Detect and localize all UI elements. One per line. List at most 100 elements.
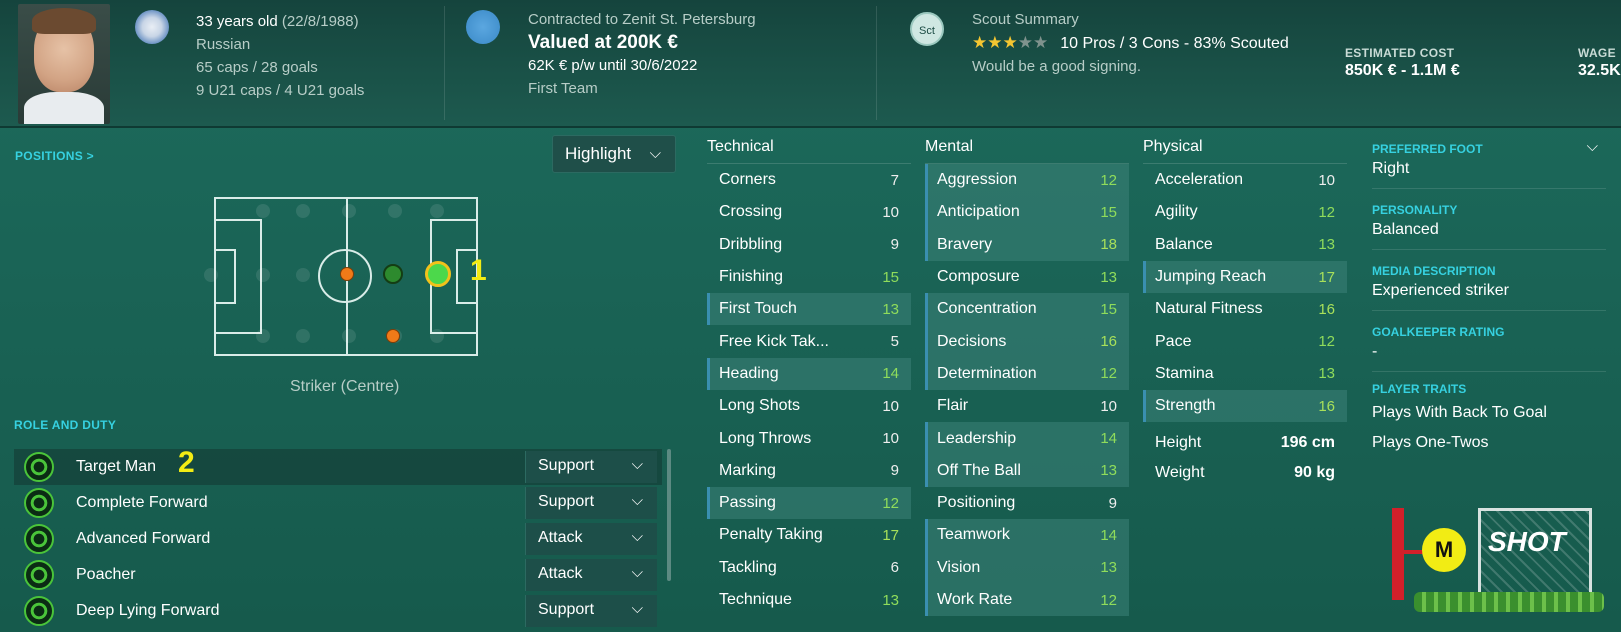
annotation-2: 2 [178,446,195,479]
duty-dropdown[interactable]: Support ⌵ [525,595,657,627]
attribute-row[interactable]: Anticipation 15 [925,196,1129,229]
attribute-value: 9 [890,236,899,254]
physical-attributes: Physical Acceleration 10 Agility 12 Balance 1… [1143,138,1347,488]
attribute-row[interactable]: Teamwork 14 [925,519,1129,552]
position-dot-st-accomplished [383,264,403,284]
attribute-row[interactable]: Corners 7 [707,164,911,196]
attribute-name: Corners [719,171,776,189]
contract-line[interactable]: Contracted to Zenit St. Petersburg [528,8,756,31]
attribute-value: 12 [1100,591,1117,609]
attribute-row[interactable]: Passing 12 [707,486,911,520]
highlight-dropdown[interactable]: Highlight ⌵ [552,135,676,173]
attribute-row[interactable]: Vision 13 [925,551,1129,584]
attribute-row[interactable]: Leadership 14 [925,422,1129,455]
attribute-row[interactable]: Natural Fitness 16 [1143,293,1347,325]
attribute-row[interactable]: Stamina 13 [1143,358,1347,390]
attribute-row[interactable]: Composure 13 [925,261,1129,293]
attribute-row[interactable]: Dribbling 9 [707,229,911,261]
preferred-foot-block[interactable]: PREFERRED FOOT Right ⌵ [1372,138,1606,189]
attribute-value: 13 [1318,365,1335,383]
preferred-foot-label: PREFERRED FOOT [1372,142,1483,156]
attribute-row[interactable]: Aggression 12 [925,164,1129,197]
scout-title: Scout Summary [972,11,1079,28]
attribute-value: 10 [1100,397,1117,415]
attribute-row[interactable]: Acceleration 10 [1143,164,1347,196]
attribute-name: Leadership [937,429,1017,447]
duty-dropdown[interactable]: Attack ⌵ [525,559,657,591]
attribute-row[interactable]: Heading 14 [707,357,911,391]
star-empty-icon: ★ [1017,33,1033,52]
attribute-row[interactable]: Bravery 18 [925,228,1129,261]
scout-note: Would be a good signing. [972,58,1142,75]
attribute-value: 9 [1108,494,1117,512]
info-panel: PREFERRED FOOT Right ⌵ PERSONALITY Balan… [1372,138,1606,452]
attribute-row[interactable]: Concentration 15 [925,293,1129,326]
attribute-row[interactable]: Tackling 6 [707,552,911,584]
mental-heading: Mental [925,138,1129,164]
attribute-row[interactable]: Technique 13 [707,584,911,616]
position-dot-mr [386,329,400,343]
duty-dropdown[interactable]: Support ⌵ [525,451,657,483]
attribute-value: 14 [882,365,899,383]
highlight-label: Highlight [565,144,632,163]
attribute-row[interactable]: Crossing 10 [707,196,911,228]
attribute-row[interactable]: Balance 13 [1143,229,1347,261]
duty-dropdown[interactable]: Support ⌵ [525,487,657,519]
attribute-row[interactable]: Flair 10 [925,390,1129,422]
attribute-row[interactable]: Finishing 15 [707,261,911,293]
attribute-name: Flair [937,397,969,415]
role-row[interactable]: Poacher Attack ⌵ [14,557,662,593]
duty-dropdown[interactable]: Attack ⌵ [525,523,657,555]
attribute-value: 17 [1318,268,1335,286]
attribute-name: Technique [719,591,792,608]
attribute-value: 15 [882,268,899,286]
role-name: Poacher [76,566,136,583]
role-row[interactable]: Deep Lying Forward Support ⌵ [14,593,662,629]
chevron-down-icon: ⌵ [631,528,643,545]
player-nationality: Russian [196,36,251,53]
watermark-text: SHOT [1488,526,1566,557]
attribute-row[interactable]: Work Rate 12 [925,583,1129,617]
attribute-row[interactable]: Long Shots 10 [707,390,911,422]
squad-status: First Team [528,80,598,97]
roles-scrollbar[interactable] [667,449,671,581]
personality-value: Balanced [1372,221,1439,238]
attribute-row[interactable]: First Touch 13 [707,293,911,326]
attribute-row[interactable]: Off The Ball 13 [925,454,1129,487]
fmshot-watermark-logo: M SHOT [1392,508,1612,618]
duty-label: Attack [538,529,583,546]
attribute-row[interactable]: Agility 12 [1143,196,1347,228]
attribute-name: Composure [937,268,1020,286]
weight-row: Weight 90 kg [1143,458,1347,488]
attribute-name: Crossing [719,203,783,221]
height-value: 196 cm [1280,434,1335,452]
club-badge-icon[interactable] [466,10,500,44]
attribute-row[interactable]: Decisions 16 [925,325,1129,358]
attribute-value: 16 [1318,397,1335,415]
attribute-row[interactable]: Penalty Taking 17 [707,519,911,551]
attribute-row[interactable]: Positioning 9 [925,487,1129,519]
duty-label: Support [538,493,595,510]
attribute-row[interactable]: Jumping Reach 17 [1143,260,1347,294]
attribute-row[interactable]: Strength 16 [1143,390,1347,423]
attribute-row[interactable]: Free Kick Tak... 5 [707,325,911,357]
position-dot-am [340,267,354,281]
attribute-row[interactable]: Determination 12 [925,357,1129,391]
scout-summary[interactable]: 10 Pros / 3 Cons - 83% Scouted [1060,32,1289,55]
player-header: 33 years old (22/8/1988) Russian 65 caps… [0,0,1621,128]
attribute-value: 12 [882,494,899,512]
est-cost-label: ESTIMATED COST [1345,46,1455,60]
attribute-row[interactable]: Long Throws 10 [707,422,911,454]
positions-link[interactable]: POSITIONS > [15,149,94,163]
gk-rating-value: - [1372,343,1378,360]
role-row[interactable]: Target Man Support ⌵ [14,449,662,485]
trait-item: Plays With Back To Goal [1372,404,1547,421]
attribute-name: Tackling [719,558,777,576]
chevron-down-icon[interactable]: ⌵ [1587,138,1598,155]
role-row[interactable]: Complete Forward Support ⌵ [14,485,662,521]
role-row[interactable]: Advanced Forward Attack ⌵ [14,521,662,557]
scout-badge-icon[interactable]: Sct [910,12,944,46]
positions-pitch [204,197,478,356]
attribute-row[interactable]: Pace 12 [1143,325,1347,357]
attribute-row[interactable]: Marking 9 [707,455,911,487]
